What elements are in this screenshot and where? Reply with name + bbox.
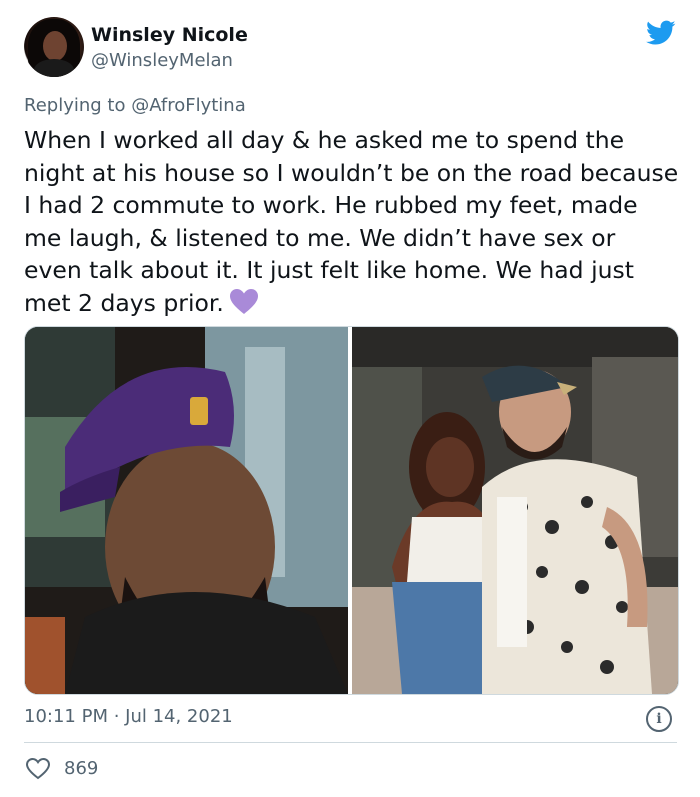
photo-couple-standing[interactable] xyxy=(352,327,678,694)
reply-mention-link[interactable]: @AfroFlytina xyxy=(131,95,246,116)
photo-right-art xyxy=(352,327,678,694)
info-icon[interactable]: i xyxy=(646,706,672,732)
author-handle[interactable]: @WinsleyMelan xyxy=(91,50,233,71)
tweet-timestamp[interactable]: 10:11 PM · Jul 14, 2021 xyxy=(24,706,233,727)
divider xyxy=(24,742,677,743)
purple-heart-emoji xyxy=(229,288,258,314)
heart-outline-icon[interactable] xyxy=(26,758,50,780)
tweet-card: Winsley Nicole @WinsleyMelan Replying to… xyxy=(0,0,700,797)
tweet-body: When I worked all day & he asked me to s… xyxy=(24,126,679,317)
photo-man-purple-cap[interactable] xyxy=(25,327,348,694)
tweet-text: When I worked all day & he asked me to s… xyxy=(24,124,680,319)
photo-left-art xyxy=(25,327,348,694)
avatar[interactable] xyxy=(24,17,84,77)
twitter-bird-icon[interactable] xyxy=(646,20,676,46)
author-name[interactable]: Winsley Nicole xyxy=(91,24,248,46)
media-grid xyxy=(24,326,679,695)
replying-to: Replying to @AfroFlytina xyxy=(24,95,246,116)
replying-prefix: Replying to xyxy=(24,95,132,116)
like-count[interactable]: 869 xyxy=(64,758,98,779)
